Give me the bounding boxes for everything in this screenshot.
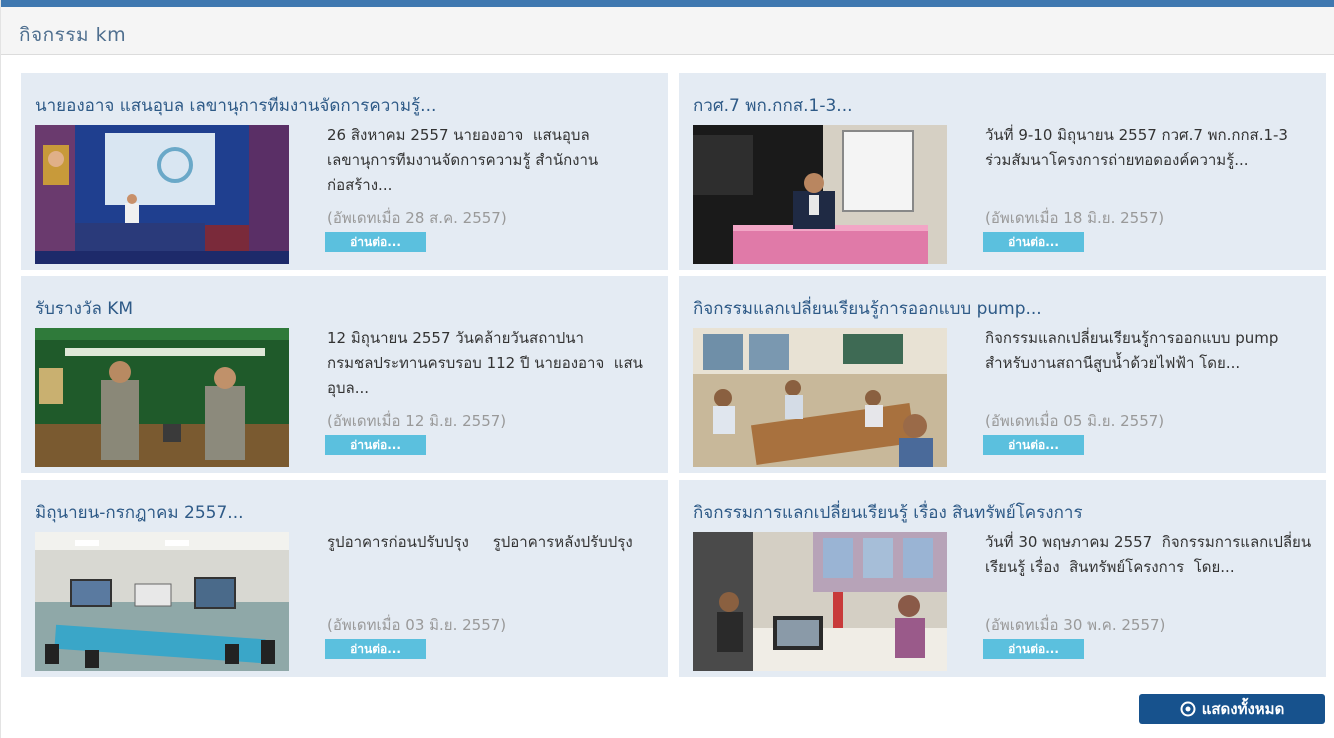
card-updated-date: (อัพเดทเมื่อ 30 พ.ค. 2557) bbox=[985, 616, 1166, 634]
card-thumbnail-speaker-podium[interactable] bbox=[693, 125, 947, 264]
card-excerpt: 12 มิถุนายน 2557 วันคล้ายวันสถาปนากรมชลป… bbox=[327, 329, 643, 397]
card-updated-date: (อัพเดทเมื่อ 18 มิ.ย. 2557) bbox=[985, 209, 1165, 227]
card-thumbnail-meeting-room[interactable] bbox=[693, 328, 947, 467]
card-excerpt: กิจกรรมแลกเปลี่ยนเรียนรู้การออกแบบ pump … bbox=[985, 329, 1279, 372]
show-all-button[interactable]: แสดงทั้งหมด bbox=[1139, 694, 1325, 724]
card-title-link[interactable]: รับรางวัล KM bbox=[35, 295, 133, 322]
card-title-link[interactable]: กิจกรรมการแลกเปลี่ยนเรียนรู้ เรื่อง สินท… bbox=[693, 499, 1083, 526]
card-thumbnail-conference-room[interactable] bbox=[35, 532, 289, 671]
card-excerpt: รูปอาคารก่อนปรับปรุง รูปอาคารหลังปรับปรุ… bbox=[327, 533, 633, 551]
show-all-label: แสดงทั้งหมด bbox=[1201, 700, 1285, 718]
card-updated-date: (อัพเดทเมื่อ 05 มิ.ย. 2557) bbox=[985, 412, 1165, 430]
card-title-link[interactable]: กิจกรรมแลกเปลี่ยนเรียนรู้การออกแบบ pump.… bbox=[693, 295, 1042, 322]
panel-top-accent-bar bbox=[1, 0, 1334, 7]
card-excerpt: 26 สิงหาคม 2557 นายองอาจ แสนอุบล เลขานุก… bbox=[327, 126, 599, 194]
card-title-link[interactable]: กวศ.7 พก.กกส.1-3... bbox=[693, 92, 853, 119]
card-title-link[interactable]: นายองอาจ แสนอุบล เลขานุการทีมงานจัดการคว… bbox=[35, 92, 436, 119]
card-updated-date: (อัพเดทเมื่อ 28 ส.ค. 2557) bbox=[327, 209, 507, 227]
card-updated-date: (อัพเดทเมื่อ 12 มิ.ย. 2557) bbox=[327, 412, 507, 430]
card-updated-date: (อัพเดทเมื่อ 03 มิ.ย. 2557) bbox=[327, 616, 507, 634]
news-card-5: มิถุนายน-กรกฎาคม 2557... รูปอาคารก่อนปรั… bbox=[21, 480, 668, 677]
card-thumbnail-meeting-stage[interactable] bbox=[35, 125, 289, 264]
panel-header: กิจกรรม km bbox=[1, 7, 1334, 55]
card-excerpt: วันที่ 30 พฤษภาคม 2557 กิจกรรมการแลกเปลี… bbox=[985, 533, 1312, 576]
read-more-button[interactable]: อ่านต่อ... bbox=[983, 639, 1084, 659]
card-thumbnail-office-meeting[interactable] bbox=[693, 532, 947, 671]
news-card-1: นายองอาจ แสนอุบล เลขานุการทีมงานจัดการคว… bbox=[21, 73, 668, 270]
read-more-button[interactable]: อ่านต่อ... bbox=[325, 435, 426, 455]
circle-play-icon bbox=[1180, 697, 1196, 717]
news-card-3: รับรางวัล KM 12 มิถุนายน 2557 วันคล้ายวั… bbox=[21, 276, 668, 473]
card-title-link[interactable]: มิถุนายน-กรกฎาคม 2557... bbox=[35, 499, 244, 526]
km-activities-panel: กิจกรรม km นายองอาจ แสนอุบล เลขานุการทีม… bbox=[0, 0, 1334, 738]
card-excerpt: วันที่ 9-10 มิถุนายน 2557 กวศ.7 พก.กกส.1… bbox=[985, 126, 1288, 169]
read-more-button[interactable]: อ่านต่อ... bbox=[983, 435, 1084, 455]
read-more-button[interactable]: อ่านต่อ... bbox=[983, 232, 1084, 252]
news-card-4: กิจกรรมแลกเปลี่ยนเรียนรู้การออกแบบ pump.… bbox=[679, 276, 1326, 473]
panel-title: กิจกรรม km bbox=[19, 24, 127, 46]
news-card-2: กวศ.7 พก.กกส.1-3... วันที่ 9-10 มิถุนายน… bbox=[679, 73, 1326, 270]
read-more-button[interactable]: อ่านต่อ... bbox=[325, 232, 426, 252]
read-more-button[interactable]: อ่านต่อ... bbox=[325, 639, 426, 659]
news-card-6: กิจกรรมการแลกเปลี่ยนเรียนรู้ เรื่อง สินท… bbox=[679, 480, 1326, 677]
card-thumbnail-award-ceremony[interactable] bbox=[35, 328, 289, 467]
